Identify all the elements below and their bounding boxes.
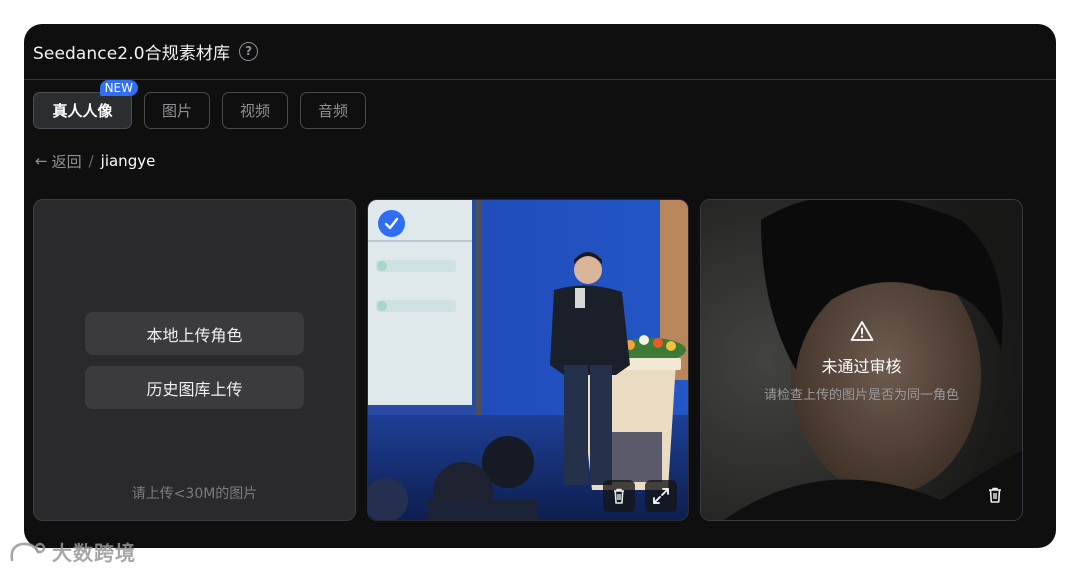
delete-button[interactable]: [603, 480, 635, 512]
watermark-text: 大数跨境: [52, 541, 136, 565]
tab-label: 视频: [239, 102, 270, 120]
breadcrumb-separator: /: [88, 152, 94, 170]
speaker-photo: [368, 200, 688, 520]
category-tabs: 真人人像 NEW 图片 视频 音频: [33, 80, 366, 129]
new-badge: NEW: [99, 80, 138, 96]
panel-header: Seedance2.0合规素材库 ?: [24, 24, 1056, 80]
photo-card-rejected[interactable]: 未通过审核 请检查上传的图片是否为同一角色: [700, 199, 1023, 521]
photo-card-speaker[interactable]: [367, 199, 689, 521]
review-failed-title: 未通过审核: [821, 357, 902, 376]
trash-icon: [614, 488, 624, 504]
tab-videos[interactable]: 视频: [222, 92, 288, 129]
warning-icon: [850, 321, 874, 341]
back-link[interactable]: 返回: [52, 151, 82, 172]
help-icon[interactable]: ?: [239, 42, 259, 61]
selected-check-icon[interactable]: [378, 210, 405, 237]
local-upload-button[interactable]: 本地上传角色: [85, 312, 304, 355]
breadcrumb: ← 返回 / jiangye: [35, 151, 155, 171]
watermark-logo-icon: [10, 542, 46, 561]
tab-real-portrait[interactable]: 真人人像 NEW: [33, 80, 138, 129]
expand-button[interactable]: [645, 480, 677, 512]
upload-card: 本地上传角色 历史图库上传 请上传<30M的图片: [33, 199, 356, 521]
upload-size-hint: 请上传<30M的图片: [131, 486, 258, 502]
material-library-panel: Seedance2.0合规素材库 ? 真人人像 NEW 图片 视频 音频 ← 返…: [24, 24, 1056, 548]
tab-label: 图片: [161, 102, 192, 120]
tab-label: 真人人像: [52, 102, 113, 120]
tab-label: 音频: [317, 102, 348, 120]
breadcrumb-current: jiangye: [100, 152, 156, 170]
arrow-left-icon[interactable]: ←: [35, 152, 48, 170]
expand-icon: [653, 488, 669, 504]
page-title: Seedance2.0合规素材库: [33, 44, 231, 64]
history-upload-button[interactable]: 历史图库上传: [85, 366, 304, 409]
review-failed-message: 请检查上传的图片是否为同一角色: [763, 388, 959, 403]
watermark: 大数跨境: [8, 537, 136, 566]
trash-icon[interactable]: [984, 484, 1006, 506]
tab-audio[interactable]: 音频: [300, 92, 366, 129]
tab-images[interactable]: 图片: [144, 92, 210, 129]
